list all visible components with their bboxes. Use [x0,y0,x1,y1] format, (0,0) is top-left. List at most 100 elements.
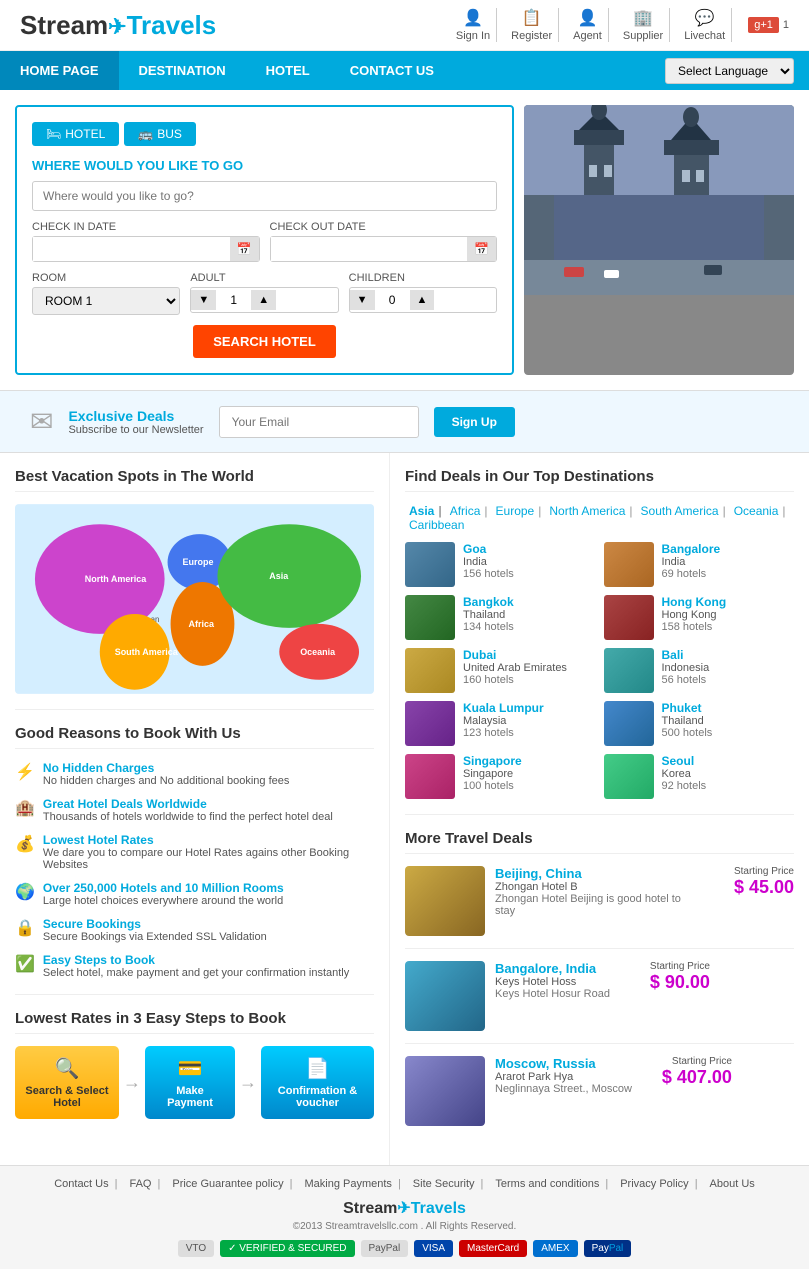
nav-destination[interactable]: DESTINATION [119,51,246,90]
deal-city-beijing[interactable]: Beijing, China [495,866,694,881]
adult-minus-btn[interactable]: ▼ [191,290,216,310]
tab-asia[interactable]: Asia [405,504,446,518]
children-value[interactable] [375,288,410,312]
reason-icon-5: 🔒 [15,918,35,943]
supplier-nav[interactable]: 🏢 Supplier [617,8,670,42]
reason-desc-6: Select hotel, make payment and get your … [43,967,349,979]
dest-country-dubai: United Arab Emirates [463,662,567,674]
footer-about[interactable]: About Us [704,1178,761,1190]
reason-desc-2: Thousands of hotels worldwide to find th… [43,811,333,823]
date-row: CHECK IN DATE 22-06-2014 📅 CHECK OUT DAT… [32,221,497,262]
tab-south-america[interactable]: South America [637,504,730,518]
nav-hotel[interactable]: HOTEL [246,51,330,90]
footer-copyright: ©2013 Streamtravelsllc.com . All Rights … [12,1221,797,1232]
main-nav: HOME PAGE DESTINATION HOTEL CONTACT US S… [0,51,809,90]
deal-amount-beijing: $ 45.00 [704,877,794,898]
room-row: ROOM ROOM 1 ROOM 2 ADULT ▼ ▲ CHILDREN ▼ [32,272,497,315]
children-plus-btn[interactable]: ▲ [410,290,435,310]
room-select[interactable]: ROOM 1 ROOM 2 [32,287,180,315]
footer-contact[interactable]: Contact Us [48,1178,123,1190]
hotel-tab[interactable]: 🛏 HOTEL [32,122,119,146]
dest-name-kuala[interactable]: Kuala Lumpur [463,701,544,715]
world-map: North America Caribbean South America Eu… [15,504,374,694]
reason-item: 💰 Lowest Hotel Rates We dare you to comp… [15,833,374,871]
steps-title: Lowest Rates in 3 Easy Steps to Book [15,1010,374,1034]
bus-tab[interactable]: 🚌 BUS [124,122,196,146]
footer-faq[interactable]: FAQ [123,1178,166,1190]
search-hotel-button[interactable]: SEARCH HOTEL [193,325,336,358]
dest-name-seoul[interactable]: Seoul [662,754,707,768]
tab-caribbean[interactable]: Caribbean [405,518,468,532]
deal-desc-moscow: Neglinnaya Street., Moscow [495,1083,632,1095]
deal-city-moscow[interactable]: Moscow, Russia [495,1056,632,1071]
deal-city-bangalore[interactable]: Bangalore, India [495,961,610,976]
footer-security[interactable]: Site Security [407,1178,490,1190]
dest-name-bangalore[interactable]: Bangalore [662,542,721,556]
dest-name-singapore[interactable]: Singapore [463,754,522,768]
dest-hotels-kuala: 123 hotels [463,727,544,739]
dest-name-dubai[interactable]: Dubai [463,648,567,662]
dest-info-bangalore: Bangalore India 69 hotels [662,542,721,580]
reason-desc-1: No hidden charges and No additional book… [43,775,289,787]
reason-item: 🔒 Secure Bookings Secure Bookings via Ex… [15,917,374,943]
deal-starting-bangalore: Starting Price [620,961,710,972]
tab-north-america[interactable]: North America [545,504,636,518]
checkin-input[interactable]: 22-06-2014 [33,237,230,261]
dest-phuket: Phuket Thailand 500 hotels [604,701,795,746]
top-header: Stream✈Travels 👤 Sign In 📋 Register 👤 Ag… [0,0,809,51]
agent-nav[interactable]: 👤 Agent [567,8,609,42]
city-placeholder [524,105,794,295]
dest-name-bali[interactable]: Bali [662,648,710,662]
checkout-input[interactable]: 23-06-2014 [271,237,468,261]
checkout-calendar-icon[interactable]: 📅 [467,237,496,261]
destination-input[interactable] [32,181,497,211]
nav-home[interactable]: HOME PAGE [0,51,119,90]
adult-value[interactable] [216,288,251,312]
checkin-calendar-icon[interactable]: 📅 [230,237,259,261]
dest-thumb-phuket [604,701,654,746]
dest-name-phuket[interactable]: Phuket [662,701,713,715]
dest-country-goa: India [463,556,514,568]
language-select[interactable]: Select Language English French Spanish C… [665,58,794,84]
newsletter-subtitle: Subscribe to our Newsletter [68,424,203,436]
nav-contact[interactable]: CONTACT US [330,51,454,90]
dest-hotels-bangalore: 69 hotels [662,568,721,580]
dest-hotels-bangkok: 134 hotels [463,621,514,633]
newsletter-email-input[interactable] [219,406,419,438]
newsletter-signup-button[interactable]: Sign Up [434,407,515,437]
adult-plus-btn[interactable]: ▲ [251,290,276,310]
footer-privacy[interactable]: Privacy Policy [614,1178,703,1190]
footer-payments[interactable]: Making Payments [299,1178,407,1190]
signin-nav[interactable]: 👤 Sign In [450,8,497,42]
dest-hotels-singapore: 100 hotels [463,780,522,792]
dest-name-hongkong[interactable]: Hong Kong [662,595,727,609]
register-nav[interactable]: 📋 Register [505,8,559,42]
step1-box: 🔍 Search & Select Hotel [15,1046,119,1119]
footer-price-policy[interactable]: Price Guarantee policy [166,1178,298,1190]
tab-oceania[interactable]: Oceania [730,504,790,518]
steps-row: 🔍 Search & Select Hotel → 💳 Make Payment… [15,1046,374,1119]
step3-label: Confirmation & voucher [269,1085,366,1109]
dest-thumb-seoul [604,754,654,799]
gplus-button[interactable]: g+1 [748,17,779,33]
dest-seoul: Seoul Korea 92 hotels [604,754,795,799]
deals-dest-title: Find Deals in Our Top Destinations [405,468,794,492]
step2-payment-icon: 💳 [153,1056,227,1081]
deal-hotel-bangalore: Keys Hotel Hoss [495,976,610,988]
reason-icon-6: ✅ [15,954,35,979]
logo-plane-icon: ✈ [108,14,126,39]
checkout-label: CHECK OUT DATE [270,221,498,233]
livechat-nav[interactable]: 💬 Livechat [678,8,732,42]
reason-icon-4: 🌍 [15,882,35,907]
footer-terms[interactable]: Terms and conditions [489,1178,614,1190]
children-minus-btn[interactable]: ▼ [350,290,375,310]
deal-info-beijing: Beijing, China Zhongan Hotel B Zhongan H… [495,866,694,917]
dest-name-bangkok[interactable]: Bangkok [463,595,514,609]
dest-bangkok: Bangkok Thailand 134 hotels [405,595,596,640]
tab-europe[interactable]: Europe [492,504,546,518]
reason-desc-4: Large hotel choices everywhere around th… [43,895,284,907]
dest-name-goa[interactable]: Goa [463,542,514,556]
tab-africa[interactable]: Africa [446,504,492,518]
deal-amount-moscow: $ 407.00 [642,1067,732,1088]
dest-hotels-seoul: 92 hotels [662,780,707,792]
